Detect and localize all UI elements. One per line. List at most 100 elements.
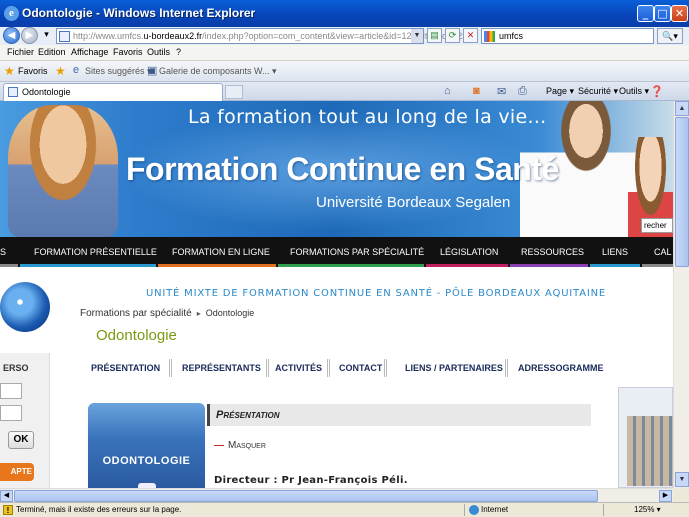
- login-panel: ERSO OK APTE: [0, 353, 50, 488]
- status-message: Terminé, mais il existe des erreurs sur …: [16, 505, 182, 514]
- subnav-representants[interactable]: REPRÉSENTANTS: [182, 355, 261, 381]
- title-bar: e Odontologie - Windows Internet Explore…: [0, 0, 689, 27]
- address-bar-row: ◀ ▶ ▾ http://www.umfcs.u-bordeaux2.fr/in…: [0, 27, 689, 45]
- url-text: http://www.umfcs.u-bordeaux2.fr/index.ph…: [73, 31, 468, 41]
- nav-item-partial-right[interactable]: Cal: [654, 237, 672, 267]
- scroll-down-icon[interactable]: ▼: [675, 472, 689, 487]
- nav-legislation[interactable]: Législation: [440, 237, 498, 267]
- odontologie-logo: ODONTOLOGIE: [88, 403, 205, 488]
- warning-icon[interactable]: !: [3, 505, 13, 515]
- banner-tagline: La formation tout au long de la vie...: [188, 106, 547, 128]
- menu-fichier[interactable]: Fichier: [7, 47, 34, 57]
- horizontal-scroll-thumb[interactable]: [14, 490, 598, 502]
- vertical-scroll-thumb[interactable]: [675, 117, 689, 267]
- url-field[interactable]: http://www.umfcs.u-bordeaux2.fr/index.ph…: [56, 28, 467, 44]
- favorites-button[interactable]: Favoris: [18, 66, 48, 76]
- password-field[interactable]: [0, 405, 22, 421]
- main-nav: S Formation présentielle Formation en li…: [0, 237, 673, 267]
- favorites-bar: ★ Favoris ★ e Sites suggérés ▾ ▣ Galerie…: [0, 61, 689, 82]
- nav-ressources[interactable]: Ressources: [521, 237, 584, 267]
- horizontal-scrollbar[interactable]: ◀ ▶: [0, 488, 673, 502]
- print-icon[interactable]: ⎙: [518, 85, 527, 98]
- search-field[interactable]: umfcs: [481, 28, 654, 44]
- help-icon[interactable]: ❓: [650, 85, 664, 98]
- favorite-webslice-gallery[interactable]: Galerie de composants W... ▾: [159, 66, 277, 77]
- new-tab-button[interactable]: [225, 85, 243, 99]
- menu-favoris[interactable]: Favoris: [113, 47, 143, 57]
- building-photo: [627, 416, 673, 486]
- page-title: Odontologie: [96, 327, 177, 344]
- minimize-button[interactable]: _: [637, 5, 654, 22]
- mail-icon[interactable]: ✉: [497, 85, 506, 98]
- nav-formation-en-ligne[interactable]: Formation en ligne: [172, 237, 270, 267]
- site-search-input[interactable]: recher: [641, 218, 673, 233]
- tab-favicon-icon: [8, 87, 18, 97]
- web-slice-icon: ▣: [147, 65, 158, 77]
- site-logo-globe[interactable]: [0, 282, 50, 332]
- page-viewport: La formation tout au long de la vie... F…: [0, 101, 673, 488]
- subnav-adressogramme[interactable]: ADRESSOGRAMME: [518, 355, 604, 381]
- login-panel-label: ERSO: [3, 363, 29, 373]
- scroll-left-icon[interactable]: ◀: [0, 490, 13, 502]
- compatibility-icon[interactable]: ▤: [427, 28, 442, 43]
- security-zone: Internet: [481, 505, 509, 514]
- scroll-right-icon[interactable]: ▶: [659, 490, 672, 502]
- maximize-button[interactable]: □: [654, 5, 671, 22]
- refresh-icon[interactable]: ⟳: [445, 28, 460, 43]
- back-button[interactable]: ◀: [3, 27, 20, 44]
- feeds-icon[interactable]: ◙: [473, 85, 480, 97]
- history-dropdown-icon[interactable]: ▾: [39, 28, 54, 43]
- add-favorite-icon[interactable]: ★: [55, 64, 66, 78]
- subnav-presentation[interactable]: PRÉSENTATION: [91, 355, 160, 381]
- search-button[interactable]: 🔍▾: [657, 28, 683, 44]
- search-query: umfcs: [499, 31, 524, 41]
- security-menu[interactable]: Sécurité ▾: [578, 86, 618, 97]
- vertical-scrollbar[interactable]: ▲ ▼: [673, 101, 689, 488]
- scroll-up-icon[interactable]: ▲: [675, 101, 689, 116]
- account-button[interactable]: APTE: [0, 463, 34, 481]
- menu-edition[interactable]: Edition: [38, 47, 66, 57]
- page-menu[interactable]: Page ▾: [546, 86, 574, 97]
- subnav-activites[interactable]: ACTIVITÉS: [275, 355, 322, 381]
- director-line: Directeur : Pr Jean-François Péli.: [214, 475, 408, 486]
- url-dropdown-icon[interactable]: ▼: [411, 29, 423, 43]
- menu-outils[interactable]: Outils: [147, 47, 170, 57]
- odontologie-logo-text: ODONTOLOGIE: [102, 455, 191, 467]
- menu-affichage[interactable]: Affichage: [71, 47, 108, 57]
- ie-site-icon: e: [73, 64, 80, 76]
- zoom-level[interactable]: 125% ▾: [634, 505, 661, 514]
- tools-menu[interactable]: Outils ▾: [619, 86, 649, 97]
- subnav-liens-partenaires[interactable]: LIENS / PARTENAIRES: [405, 355, 503, 381]
- close-button[interactable]: ✕: [671, 5, 688, 22]
- section-title: Présentation: [216, 409, 280, 421]
- masquer-toggle[interactable]: — Masquer: [214, 440, 266, 451]
- search-provider-icon: [484, 31, 495, 42]
- site-banner[interactable]: La formation tout au long de la vie... F…: [0, 101, 673, 237]
- breadcrumb-parent-link[interactable]: Formations par spécialité: [80, 308, 192, 319]
- ie-window: e Odontologie - Windows Internet Explore…: [0, 0, 689, 517]
- menu-help[interactable]: ?: [176, 47, 181, 57]
- favorites-star-icon[interactable]: ★: [4, 64, 15, 78]
- breadcrumb-separator-icon: ▸: [196, 309, 201, 318]
- nav-formations-par-specialite[interactable]: Formations par spécialité: [290, 237, 424, 267]
- menu-bar: Fichier Edition Affichage Favoris Outils…: [0, 45, 689, 61]
- tab-command-bar: Odontologie ⌂ ◙ ✉ ⎙ Page ▾ Sécurité ▾ Ou…: [0, 82, 689, 101]
- page-content: UNITÉ MIXTE DE FORMATION CONTINUE EN SAN…: [0, 267, 673, 488]
- breadcrumb: Formations par spécialité ▸ Odontologie: [80, 308, 254, 319]
- tab-odontologie[interactable]: Odontologie: [3, 83, 223, 101]
- favorite-suggested-sites[interactable]: Sites suggérés ▾: [85, 66, 152, 77]
- nav-formation-presentielle[interactable]: Formation présentielle: [34, 237, 157, 267]
- banner-university: Université Bordeaux Segalen: [316, 194, 511, 211]
- tab-label: Odontologie: [22, 87, 71, 97]
- status-bar: ! Terminé, mais il existe des erreurs su…: [0, 502, 689, 517]
- forward-button[interactable]: ▶: [21, 27, 38, 44]
- right-sidebar-image[interactable]: [618, 387, 673, 488]
- nav-liens[interactable]: Liens: [602, 237, 628, 267]
- subnav-contact[interactable]: CONTACT: [339, 355, 382, 381]
- stop-icon[interactable]: ✕: [463, 28, 478, 43]
- banner-title: Formation Continue en Santé: [126, 151, 559, 187]
- username-field[interactable]: [0, 383, 22, 399]
- home-icon[interactable]: ⌂: [444, 85, 451, 97]
- nav-item-partial-left[interactable]: S: [0, 237, 6, 267]
- login-ok-button[interactable]: OK: [8, 431, 34, 449]
